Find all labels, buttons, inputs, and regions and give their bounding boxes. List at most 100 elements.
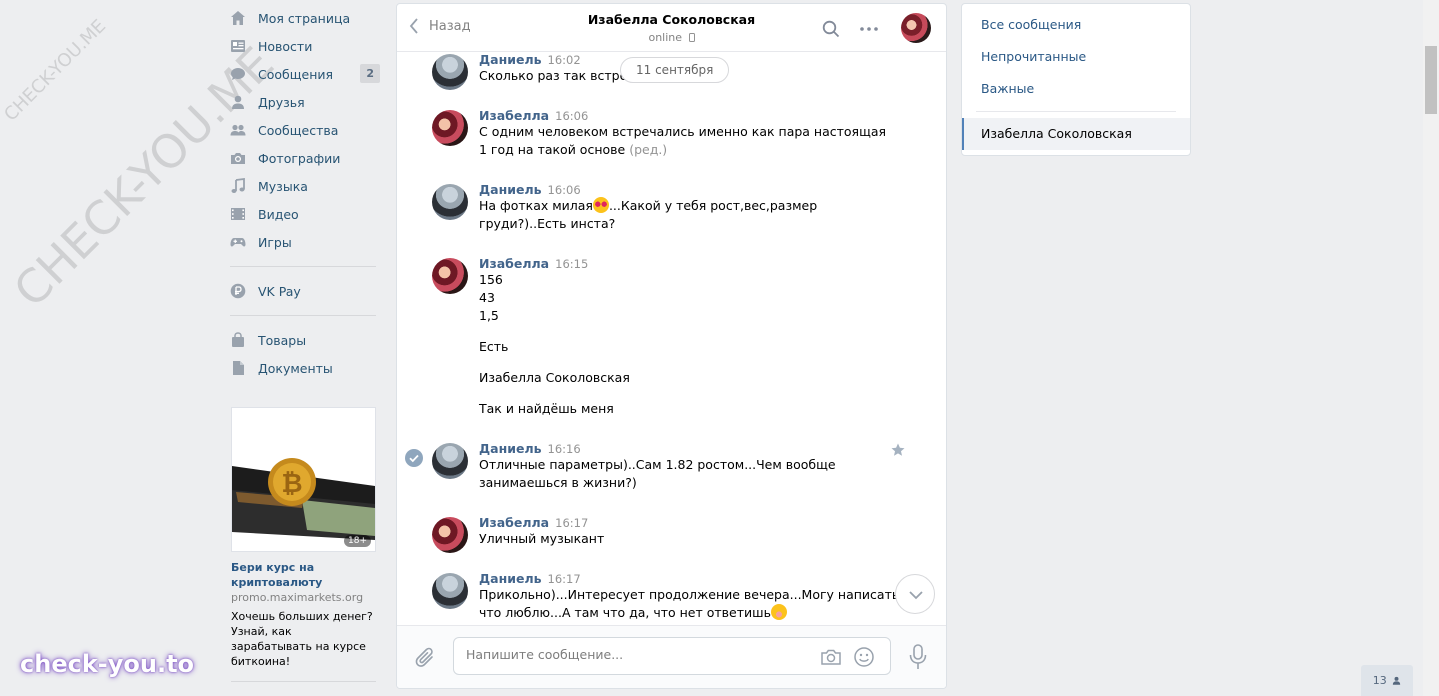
nav-item-video[interactable]: Видео	[230, 200, 380, 228]
nav-item-messages[interactable]: Сообщения 2	[230, 60, 380, 88]
news-icon	[231, 40, 245, 52]
online-friends-count: 13	[1372, 674, 1387, 687]
avatar[interactable]	[432, 443, 468, 479]
avatar[interactable]	[432, 517, 468, 553]
site-logo-watermark: check-you.to	[20, 650, 195, 678]
online-status-text: online	[648, 31, 683, 44]
message-time[interactable]: 16:06	[548, 183, 581, 197]
ad-card[interactable]: ₿ 18+ Бери курс на криптовалюту promo.ma…	[231, 407, 376, 682]
message-author[interactable]: Изабелла	[479, 256, 549, 271]
filter-important[interactable]: Важные	[962, 73, 1190, 105]
message-history: 11 сентября Даниель 16:02 Сколько раз так…	[397, 52, 946, 627]
peer-avatar[interactable]	[901, 13, 931, 43]
message-time[interactable]: 16:06	[555, 109, 588, 123]
avatar[interactable]	[432, 54, 468, 90]
avatar[interactable]	[432, 573, 468, 609]
star-icon[interactable]	[890, 442, 906, 458]
avatar[interactable]	[432, 184, 468, 220]
watermark-text-small: CHECK-YOU.ME	[0, 15, 111, 126]
nav-item-vk-pay[interactable]: VK Pay	[230, 277, 380, 305]
nav-item-label: Товары	[258, 332, 307, 348]
edited-mark: (ред.)	[629, 142, 668, 157]
age-rating-badge: 18+	[344, 535, 371, 547]
message-author[interactable]: Изабелла	[479, 515, 549, 530]
message-time[interactable]: 16:17	[548, 572, 581, 586]
nav-item-label: Сообщения	[258, 66, 334, 82]
message-time[interactable]: 16:16	[548, 442, 581, 456]
scrollbar-thumb[interactable]	[1425, 46, 1437, 114]
nav-item-label: Музыка	[258, 178, 308, 194]
message-item[interactable]: Изабелла 16:15 156 43 1,5 Есть Изабелла С…	[432, 256, 902, 418]
conversation-filter-panel: Все сообщения Непрочитанные Важные Изабе…	[961, 3, 1191, 156]
music-icon	[231, 178, 245, 193]
microphone-icon[interactable]	[909, 644, 927, 670]
nav-item-documents[interactable]: Документы	[230, 354, 380, 382]
nav-item-label: Моя страница	[258, 10, 351, 26]
message-item[interactable]: Даниель 16:17 Прикольно)...Интересует про…	[432, 571, 902, 622]
avatar[interactable]	[432, 258, 468, 294]
nav-item-my-page[interactable]: Моя страница	[230, 4, 380, 32]
ad-description: Хочешь больших денег? Узнай, как зарабат…	[231, 610, 373, 668]
bag-icon	[232, 332, 244, 347]
nav-item-label: Друзья	[258, 94, 305, 110]
nav-item-label: Сообщества	[258, 122, 339, 138]
messages-icon	[231, 68, 245, 80]
online-friends-button[interactable]: 13	[1361, 665, 1413, 696]
avatar[interactable]	[432, 110, 468, 146]
ad-title[interactable]: Бери курс на криптовалюту	[231, 560, 376, 590]
nav-item-label: Документы	[258, 360, 333, 376]
nav-item-games[interactable]: Игры	[230, 228, 380, 256]
nav-item-music[interactable]: Музыка	[230, 172, 380, 200]
flushed-face-emoji-icon	[770, 604, 787, 620]
mobile-phone-icon	[688, 33, 695, 42]
emoji-smile-icon[interactable]	[853, 646, 875, 668]
message-item[interactable]: Даниель 16:06 На фотках милая ...Какой у т…	[432, 182, 902, 233]
nav-item-friends[interactable]: Друзья	[230, 88, 380, 116]
filter-active-conversation[interactable]: Изабелла Соколовская	[962, 118, 1190, 150]
ad-image-bitcoin-wallet[interactable]: ₿ 18+	[231, 407, 376, 552]
page-scrollbar[interactable]	[1423, 0, 1439, 696]
ruble-icon	[230, 283, 246, 299]
chat-header: Назад Изабелла Соколовская online	[397, 4, 946, 52]
message-item[interactable]: Изабелла 16:06 С одним человеком встречал…	[432, 108, 902, 159]
message-text: Есть	[479, 339, 509, 354]
filter-unread[interactable]: Непрочитанные	[962, 41, 1190, 73]
paperclip-icon[interactable]	[415, 646, 437, 670]
message-item[interactable]: Изабелла 16:17 Уличный музыкант	[432, 515, 902, 553]
selected-check-icon[interactable]	[405, 449, 423, 467]
nav-item-label: Игры	[258, 234, 292, 250]
nav-item-photos[interactable]: Фотографии	[230, 144, 380, 172]
message-text: Прикольно)...Интересует продолжение вече…	[479, 586, 902, 622]
ad-domain: promo.maximarkets.org	[231, 591, 364, 604]
camera-icon	[231, 153, 245, 164]
message-input-wrapper[interactable]	[453, 637, 891, 675]
nav-item-communities[interactable]: Сообщества	[230, 116, 380, 144]
scroll-to-bottom-button[interactable]	[895, 574, 935, 614]
message-time[interactable]: 16:02	[548, 53, 581, 67]
message-author[interactable]: Даниель	[479, 571, 542, 586]
filter-all-messages[interactable]: Все сообщения	[962, 9, 1190, 41]
message-time[interactable]: 16:17	[555, 516, 588, 530]
nav-item-news[interactable]: Новости	[230, 32, 380, 60]
search-icon[interactable]	[822, 20, 840, 38]
nav-item-label: Фотографии	[258, 150, 341, 166]
message-author[interactable]: Даниель	[479, 52, 542, 67]
message-text-content: С одним человеком встречались именно как…	[479, 124, 887, 157]
ad-divider	[231, 681, 376, 682]
message-text: 156 43 1,5	[479, 272, 503, 323]
nav-item-goods[interactable]: Товары	[230, 326, 380, 354]
heart-eyes-emoji-icon	[592, 197, 609, 213]
group-icon	[230, 124, 246, 136]
more-options-icon[interactable]	[859, 20, 879, 38]
svg-text:₿: ₿	[281, 469, 302, 499]
camera-icon[interactable]	[820, 647, 842, 667]
nav-item-label: VK Pay	[258, 283, 301, 299]
unread-count-badge: 2	[360, 64, 380, 83]
message-time[interactable]: 16:15	[555, 257, 588, 271]
message-author[interactable]: Изабелла	[479, 108, 549, 123]
message-author[interactable]: Даниель	[479, 182, 542, 197]
message-text-part: Прикольно)...Интересует продолжение вече…	[479, 587, 900, 620]
message-author[interactable]: Даниель	[479, 441, 542, 456]
message-input[interactable]	[466, 647, 806, 662]
nav-divider	[230, 266, 376, 267]
